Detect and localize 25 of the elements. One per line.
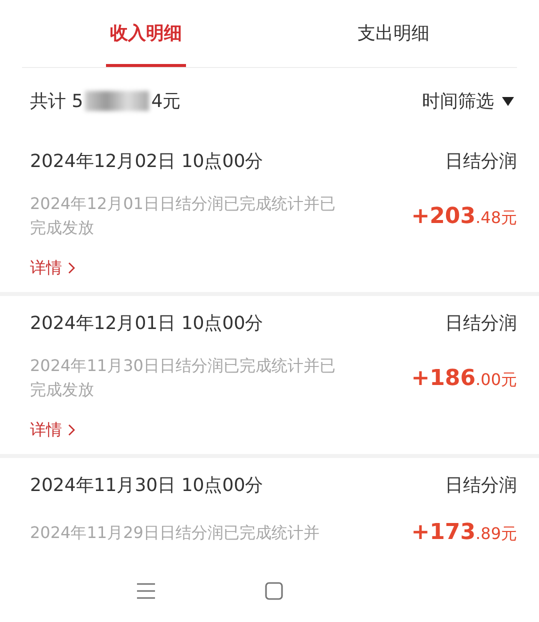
time-filter-dropdown[interactable]: 时间筛选 xyxy=(422,88,514,114)
total-amount-suffix: 4元 xyxy=(151,90,181,114)
record-time: 2024年12月02日 10点00分 xyxy=(30,150,264,174)
record-amount: +203.48元 xyxy=(411,202,517,230)
chevron-right-icon xyxy=(68,424,75,436)
details-link[interactable]: 详情 xyxy=(30,418,75,442)
record-time: 2024年12月01日 10点00分 xyxy=(30,312,264,336)
blurred-digits xyxy=(85,91,150,111)
record-time: 2024年11月30日 10点00分 xyxy=(30,474,264,498)
record-description: 2024年11月29日日结分润已完成统计并 xyxy=(30,522,320,544)
record-type: 日结分润 xyxy=(445,312,517,336)
details-link[interactable]: 详情 xyxy=(30,256,75,280)
tab[interactable]: 支出明细 xyxy=(270,0,517,67)
record-amount: +186.00元 xyxy=(411,364,517,392)
chevron-right-icon xyxy=(68,262,75,274)
record-description: 2024年11月30日日结分润已完成统计并已完成发放 xyxy=(30,355,336,401)
dropdown-triangle-icon xyxy=(502,96,514,106)
total-label: 共计 5 xyxy=(30,90,84,114)
tab[interactable]: 收入明细 xyxy=(22,0,270,67)
menu-icon[interactable] xyxy=(136,582,156,600)
home-icon[interactable] xyxy=(265,582,283,600)
record-description: 2024年12月01日日结分润已完成统计并已完成发放 xyxy=(30,193,336,239)
record-type: 日结分润 xyxy=(445,474,517,498)
record-type: 日结分润 xyxy=(445,150,517,174)
record-amount: +173.89元 xyxy=(411,519,517,547)
